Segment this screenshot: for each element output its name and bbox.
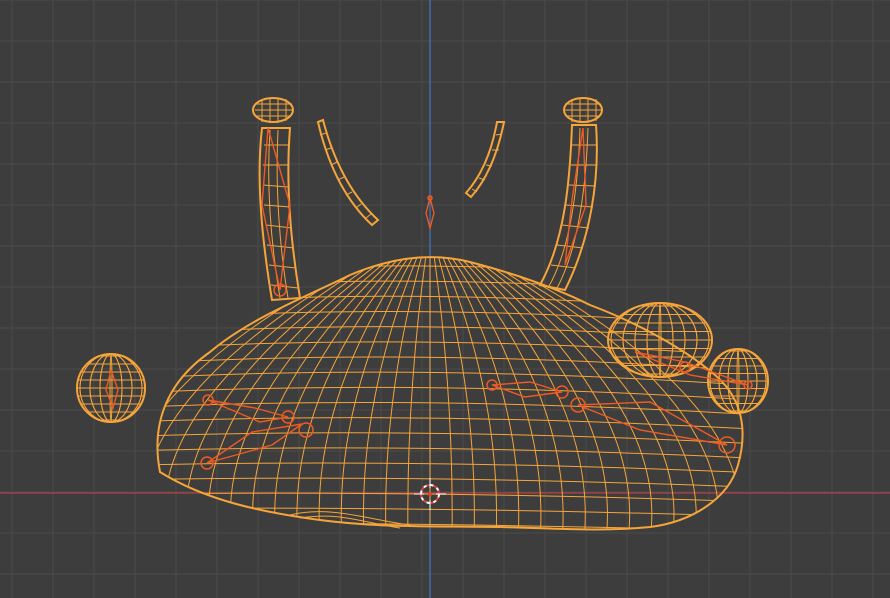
- 3d-viewport[interactable]: [0, 0, 890, 598]
- viewport-background: [0, 0, 890, 598]
- viewport-canvas[interactable]: [0, 0, 890, 598]
- 3d-cursor-center: [428, 492, 432, 496]
